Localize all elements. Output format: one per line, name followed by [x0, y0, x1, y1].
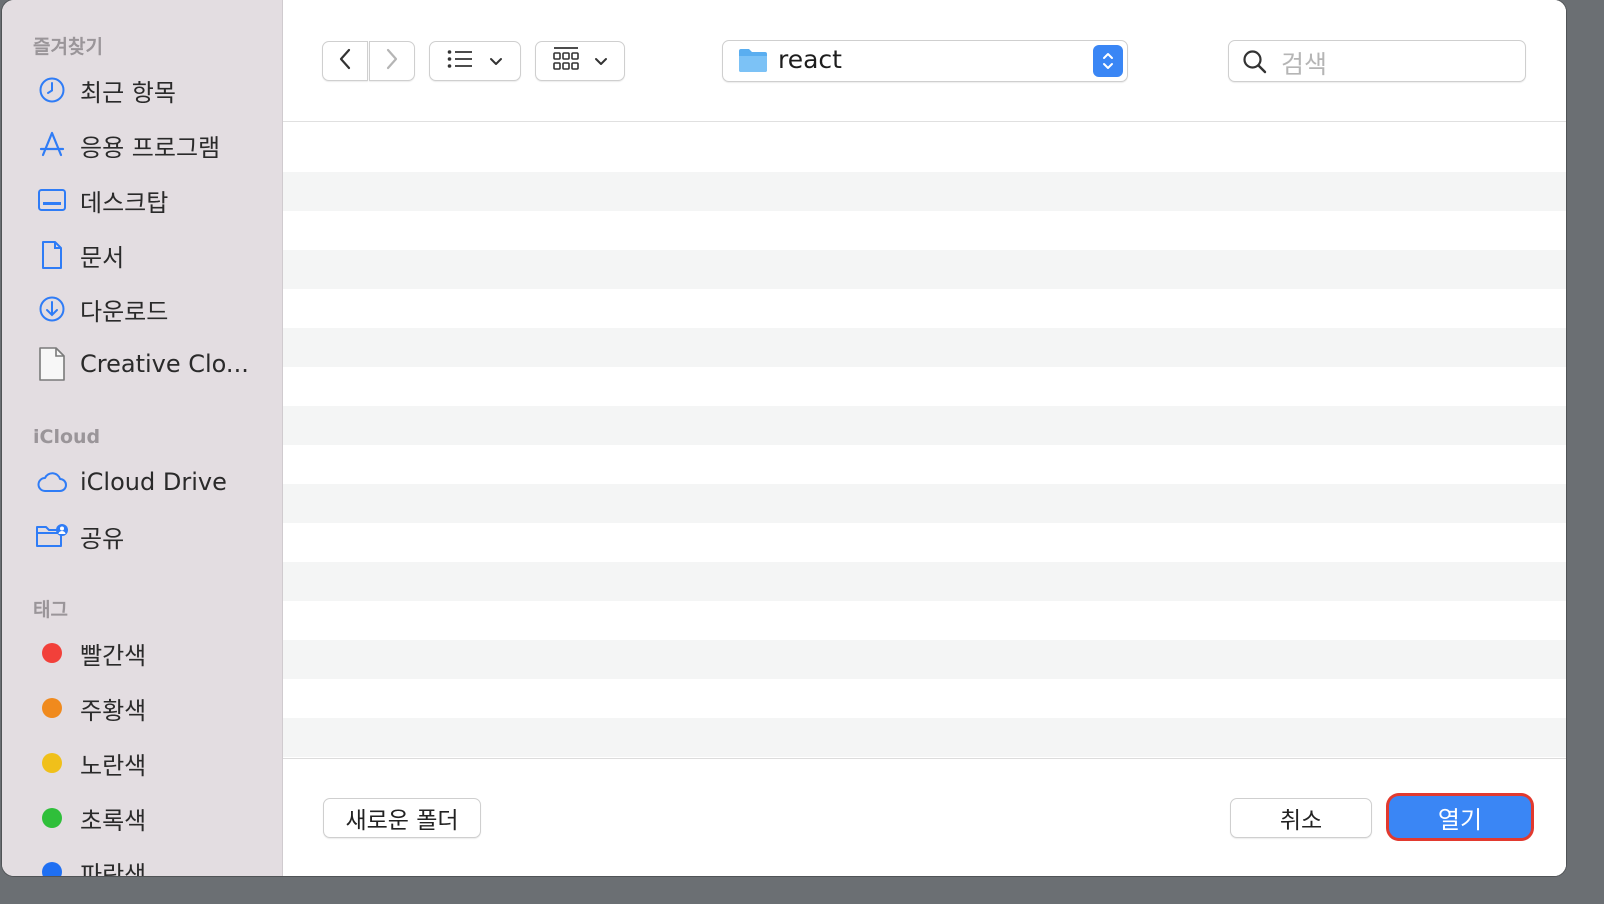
list-row [283, 211, 1566, 250]
sidebar-item-label: 주황색 [80, 696, 147, 725]
favorites-heading: 즐겨찾기 [33, 36, 103, 58]
red-tag-icon [35, 636, 69, 670]
new-folder-button[interactable]: 새로운 폴더 [323, 798, 481, 838]
sidebar-item-creative-cloud[interactable]: Creative Clo... [2, 342, 282, 386]
blue-tag-icon [35, 855, 69, 876]
sidebar-item-recents[interactable]: 최근 항목 [2, 68, 282, 112]
shared-folder-icon [35, 519, 69, 553]
file-browser: react 검색 새로운 폴더 취소 열기 [283, 0, 1566, 876]
sidebar-item-label: 문서 [80, 243, 125, 272]
updown-chevron-icon [1093, 45, 1123, 77]
list-row [283, 289, 1566, 328]
list-row [283, 679, 1566, 718]
folder-icon [738, 47, 768, 77]
tags-heading: 태그 [33, 599, 68, 621]
sidebar-item-label: 빨간색 [80, 641, 147, 670]
sidebar-item-icloud-drive[interactable]: iCloud Drive [2, 460, 282, 504]
group-mode-button[interactable] [535, 41, 625, 81]
list-row [283, 601, 1566, 640]
search-placeholder: 검색 [1281, 50, 1328, 79]
sidebar-item-shared[interactable]: 공유 [2, 514, 282, 558]
yellow-tag-icon [35, 746, 69, 780]
list-view-icon [447, 49, 473, 73]
location-popup[interactable]: react [722, 40, 1128, 82]
sidebar-item-label: 최근 항목 [80, 78, 176, 107]
sidebar-item-label: iCloud Drive [80, 468, 227, 496]
chevron-down-icon [489, 52, 503, 71]
sidebar-item-label: 데스크탑 [80, 188, 169, 217]
list-row [283, 484, 1566, 523]
green-tag-icon [35, 801, 69, 835]
sidebar-tag-green[interactable]: 초록색 [2, 796, 282, 840]
cancel-button[interactable]: 취소 [1230, 798, 1372, 838]
open-file-dialog: 즐겨찾기 최근 항목 응용 프로그램 데스크탑 문서 다운로드 Creative… [2, 0, 1566, 876]
chevron-right-icon [385, 47, 399, 75]
list-row [283, 718, 1566, 757]
file-list[interactable] [283, 122, 1566, 758]
list-row [283, 562, 1566, 601]
sidebar: 즐겨찾기 최근 항목 응용 프로그램 데스크탑 문서 다운로드 Creative… [2, 0, 283, 876]
sidebar-item-label: 초록색 [80, 806, 147, 835]
sidebar-item-label: 노란색 [80, 751, 147, 780]
download-icon [35, 292, 69, 326]
search-field[interactable]: 검색 [1228, 40, 1526, 82]
sidebar-tag-yellow[interactable]: 노란색 [2, 741, 282, 785]
file-icon [35, 347, 69, 381]
orange-tag-icon [35, 691, 69, 725]
new-folder-label: 새로운 폴더 [345, 808, 459, 834]
toolbar: react 검색 [283, 0, 1566, 122]
chevron-down-icon [594, 52, 608, 71]
sidebar-tag-blue[interactable]: 파란색 [2, 850, 282, 876]
cloud-icon [35, 465, 69, 499]
current-folder-label: react [778, 45, 842, 74]
desktop-icon [35, 183, 69, 217]
sidebar-item-label: 다운로드 [80, 297, 169, 326]
grid-view-icon [552, 46, 580, 76]
list-row [283, 122, 1566, 172]
dialog-footer: 새로운 폴더 취소 열기 [283, 758, 1566, 876]
list-row [283, 445, 1566, 484]
sidebar-tag-orange[interactable]: 주황색 [2, 686, 282, 730]
sidebar-item-documents[interactable]: 문서 [2, 233, 282, 277]
list-row [283, 328, 1566, 367]
sidebar-item-label: 공유 [80, 524, 125, 553]
open-label: 열기 [1437, 805, 1483, 834]
cancel-label: 취소 [1279, 808, 1323, 834]
list-row [283, 640, 1566, 679]
list-row [283, 523, 1566, 562]
view-mode-list-button[interactable] [429, 41, 521, 81]
sidebar-item-label: 응용 프로그램 [80, 133, 221, 162]
list-row [283, 406, 1566, 445]
sidebar-item-downloads[interactable]: 다운로드 [2, 287, 282, 331]
list-row [283, 367, 1566, 406]
sidebar-tag-red[interactable]: 빨간색 [2, 631, 282, 675]
document-icon [35, 238, 69, 272]
list-row [283, 172, 1566, 211]
list-row [283, 250, 1566, 289]
back-button[interactable] [322, 41, 368, 81]
forward-button[interactable] [369, 41, 415, 81]
app-store-icon [35, 128, 69, 162]
icloud-heading: iCloud [33, 426, 101, 448]
chevron-left-icon [338, 47, 352, 75]
clock-icon [35, 73, 69, 107]
open-button[interactable]: 열기 [1389, 796, 1531, 838]
sidebar-item-label: 파란색 [80, 860, 147, 877]
sidebar-item-desktop[interactable]: 데스크탑 [2, 178, 282, 222]
search-icon [1242, 49, 1268, 79]
sidebar-item-label: Creative Clo... [80, 350, 249, 378]
sidebar-item-applications[interactable]: 응용 프로그램 [2, 123, 282, 167]
